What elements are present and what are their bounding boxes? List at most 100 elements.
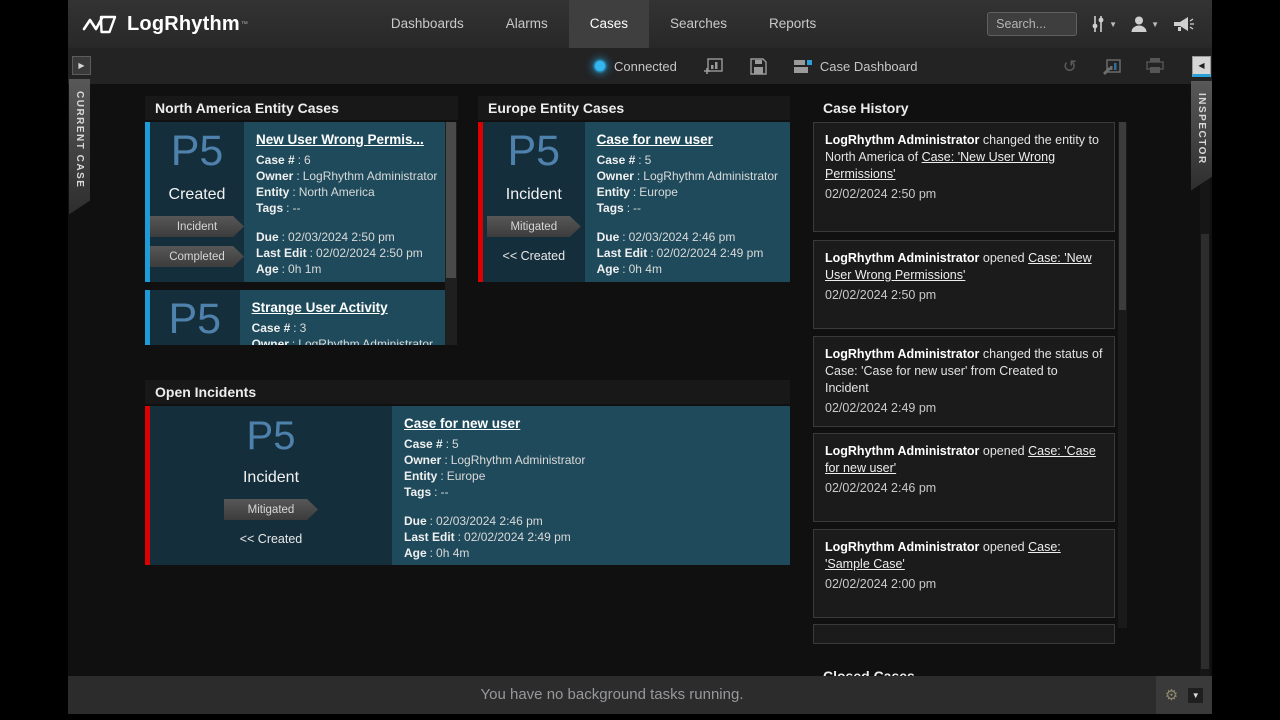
case-history-entry: LogRhythm Administrator opened Case: 'Ne…: [813, 240, 1115, 329]
undo-icon: ↺: [1063, 58, 1077, 75]
case-status: Incident: [243, 469, 299, 487]
history-actor: LogRhythm Administrator: [825, 347, 979, 361]
user-icon: [1130, 15, 1148, 33]
expand-inspector-button[interactable]: ◀: [1192, 56, 1211, 77]
status-change-button-mitigated[interactable]: Mitigated: [487, 216, 581, 237]
nav-item-alarms[interactable]: Alarms: [485, 0, 569, 48]
case-history-entry: LogRhythm Administrator changed the enti…: [813, 122, 1115, 232]
status-change-button-completed[interactable]: Completed: [150, 246, 244, 267]
nav-item-reports[interactable]: Reports: [748, 0, 837, 48]
add-widget-button[interactable]: [704, 58, 723, 75]
search-input[interactable]: [987, 12, 1077, 36]
case-history-entry: LogRhythm Administrator changed the stat…: [813, 336, 1115, 427]
case-field: Owner:LogRhythm Administrator: [597, 168, 778, 184]
case-dates: Due:02/03/2024 2:50 pm Last Edit:02/02/2…: [256, 229, 437, 277]
logrhythm-logo[interactable]: LogRhythm™: [82, 11, 248, 37]
filter-sliders-menu[interactable]: ▼: [1090, 15, 1117, 33]
background-tasks-bar: You have no background tasks running. ⚙ …: [68, 676, 1212, 714]
case-title-link[interactable]: New User Wrong Permis...: [256, 132, 424, 147]
dashboard-selector[interactable]: Case Dashboard: [794, 59, 918, 74]
history-timestamp: 02/02/2024 2:00 pm: [825, 576, 1103, 593]
case-field: Entity:Europe: [597, 184, 778, 200]
save-dashboard-button[interactable]: [750, 58, 767, 75]
history-text: opened: [983, 251, 1025, 265]
case-field: Owner:LogRhythm Administrator: [404, 452, 778, 468]
case-status: Created: [169, 186, 226, 204]
background-tasks-message: You have no background tasks running.: [68, 676, 1156, 714]
top-nav-bar: LogRhythm™ Dashboards Alarms Cases Searc…: [68, 0, 1212, 48]
main-menu: Dashboards Alarms Cases Searches Reports: [370, 0, 837, 48]
logrhythm-logo-icon: [82, 11, 118, 37]
dashboard-name: Case Dashboard: [820, 59, 918, 74]
sliders-icon: [1090, 15, 1106, 33]
na-widget-scrollbar[interactable]: [445, 122, 457, 345]
status-change-button-incident[interactable]: Incident: [150, 216, 244, 237]
case-card[interactable]: P5 Created Incident Completed New User W…: [145, 122, 445, 282]
nav-item-cases[interactable]: Cases: [569, 0, 649, 48]
nav-item-dashboards[interactable]: Dashboards: [370, 0, 485, 48]
case-field: Tags:--: [597, 200, 778, 216]
history-timestamp: 02/02/2024 2:50 pm: [825, 287, 1103, 304]
widget-title-europe: Europe Entity Cases: [478, 96, 790, 120]
expand-current-case-button[interactable]: ▶: [72, 56, 91, 75]
collapse-left-icon: ◀: [1198, 61, 1204, 70]
edit-widget-button[interactable]: [1102, 58, 1121, 75]
case-card-details: Strange User Activity Case #:3 Owner:Log…: [240, 290, 445, 345]
case-card-clipped[interactable]: P5 Strange User Activity Case #:3 Owner:…: [145, 290, 445, 345]
announcements-button[interactable]: [1172, 15, 1194, 33]
gear-icon[interactable]: ⚙: [1165, 688, 1178, 703]
user-menu[interactable]: ▼: [1130, 15, 1159, 33]
scrollbar-thumb[interactable]: [1201, 234, 1209, 669]
case-card[interactable]: P5 Incident Mitigated << Created Case fo…: [145, 406, 790, 565]
history-actor: LogRhythm Administrator: [825, 540, 979, 554]
case-field: Case #:6: [256, 152, 437, 168]
dashboard-layout-icon: [794, 60, 812, 73]
inspector-tab[interactable]: INSPECTOR: [1191, 81, 1212, 191]
brand-name: LogRhythm: [127, 13, 240, 36]
logrhythm-app-window: LogRhythm™ Dashboards Alarms Cases Searc…: [68, 0, 1212, 714]
widget-title-open-incidents: Open Incidents: [145, 380, 790, 404]
toolbar-right-group: ↺: [1063, 48, 1164, 84]
history-actor: LogRhythm Administrator: [825, 133, 979, 147]
triangle-down-icon: ▼: [1192, 691, 1200, 700]
connected-status-dot: [595, 61, 605, 71]
case-field: Case #:5: [597, 152, 778, 168]
case-history-entry: LogRhythm Administrator opened Case: 'Sa…: [813, 529, 1115, 618]
edit-chart-icon: [1102, 58, 1121, 75]
print-button[interactable]: [1146, 58, 1164, 74]
chevron-down-icon: ▼: [1151, 20, 1159, 29]
case-field: Case #:3: [252, 320, 433, 336]
current-case-tab[interactable]: CURRENT CASE: [69, 79, 90, 214]
case-card-details: Case for new user Case #:5 Owner:LogRhyt…: [585, 122, 790, 282]
case-title-link[interactable]: Case for new user: [404, 416, 520, 431]
case-field: Case #:5: [404, 436, 778, 452]
history-text: opened: [983, 540, 1025, 554]
connection-status: Connected: [595, 59, 677, 74]
collapse-tray-button[interactable]: ▼: [1188, 688, 1203, 703]
status-change-button-mitigated[interactable]: Mitigated: [224, 499, 318, 520]
scrollbar-thumb[interactable]: [1119, 122, 1126, 310]
case-title-link[interactable]: Case for new user: [597, 132, 713, 147]
history-timestamp: 02/02/2024 2:50 pm: [825, 186, 1103, 203]
screen: LogRhythm™ Dashboards Alarms Cases Searc…: [0, 0, 1280, 720]
case-field: Entity:Europe: [404, 468, 778, 484]
case-title-link[interactable]: Strange User Activity: [252, 300, 388, 315]
save-icon: [750, 58, 767, 75]
status-back-link[interactable]: << Created: [503, 249, 566, 263]
priority-label: P5: [168, 298, 221, 341]
status-back-link[interactable]: << Created: [240, 532, 303, 546]
case-card-details: Case for new user Case #:5 Owner:LogRhyt…: [392, 406, 790, 565]
printer-icon: [1146, 58, 1164, 74]
case-card-details: New User Wrong Permis... Case #:6 Owner:…: [244, 122, 445, 282]
inspector-tab-label: INSPECTOR: [1196, 93, 1207, 165]
nav-item-searches[interactable]: Searches: [649, 0, 748, 48]
add-widget-icon: [704, 58, 723, 75]
history-timestamp: 02/02/2024 2:46 pm: [825, 480, 1103, 497]
case-history-scrollbar[interactable]: [1118, 122, 1127, 628]
scrollbar-thumb[interactable]: [446, 122, 456, 278]
case-dates: Due:02/03/2024 2:46 pm Last Edit:02/02/2…: [404, 513, 778, 561]
undo-button[interactable]: ↺: [1063, 58, 1077, 75]
case-card[interactable]: P5 Incident Mitigated << Created Case fo…: [478, 122, 790, 282]
chevron-down-icon: ▼: [1109, 20, 1117, 29]
megaphone-icon: [1172, 15, 1194, 33]
